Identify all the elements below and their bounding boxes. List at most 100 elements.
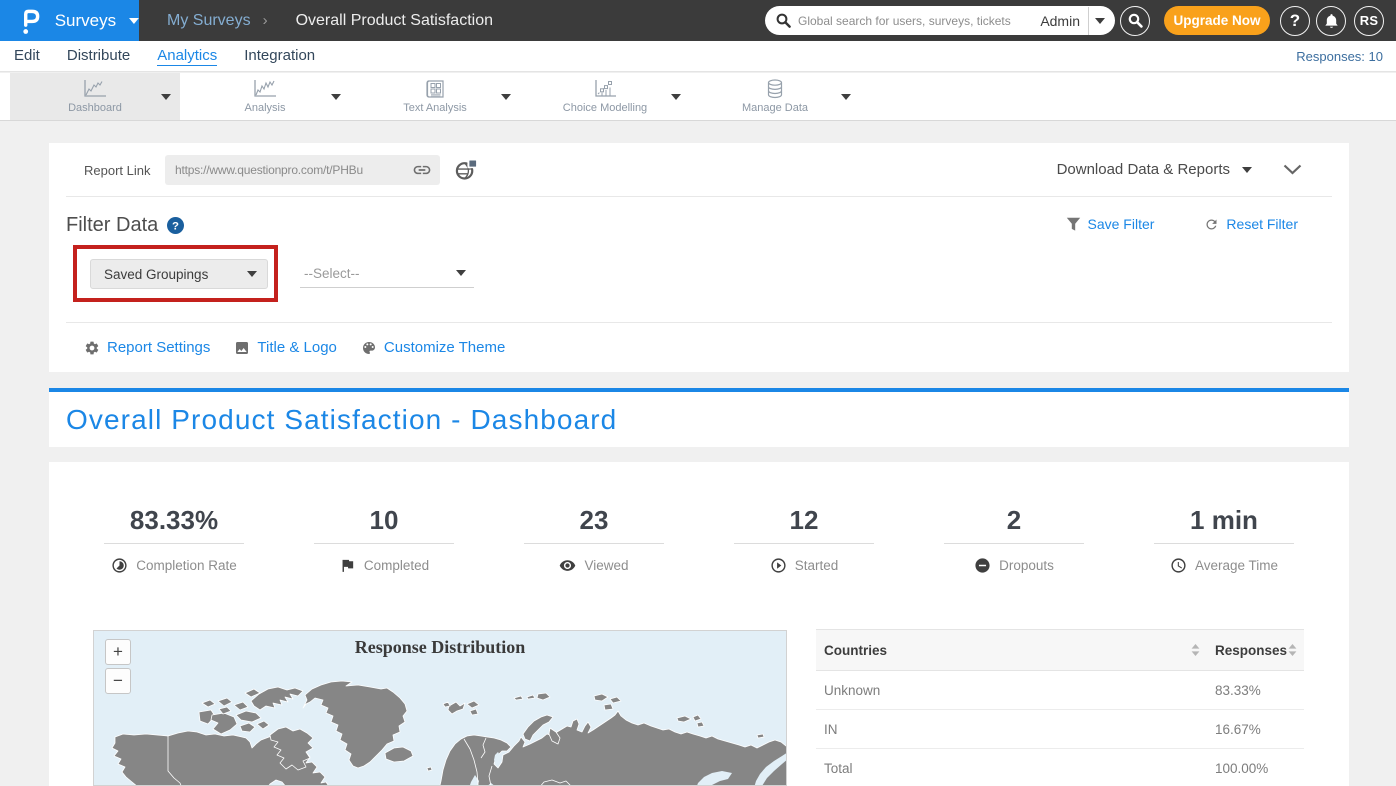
live-report-globe-button[interactable] <box>455 158 478 181</box>
title-logo-link[interactable]: Title & Logo <box>234 339 337 356</box>
breadcrumb-current: Overall Product Satisfaction <box>296 12 493 30</box>
toolbar-item-label: Manage Data <box>742 102 808 114</box>
download-data-reports-label: Download Data & Reports <box>1057 161 1230 178</box>
reset-filter-button[interactable]: Reset Filter <box>1204 216 1298 232</box>
toolbar-item-label: Dashboard <box>68 102 122 114</box>
text-analysis-icon <box>425 79 445 99</box>
stat-label: Dropouts <box>999 558 1054 573</box>
country-cell: IN <box>816 722 1207 737</box>
toolbar-item-dashboard[interactable]: Dashboard <box>10 73 180 120</box>
product-name: Surveys <box>55 11 116 31</box>
stat-value: 12 <box>790 505 819 535</box>
search-scope-caret[interactable] <box>1089 18 1105 24</box>
dashboard-caret-icon[interactable] <box>161 94 171 100</box>
save-filter-button[interactable]: Save Filter <box>1066 216 1155 232</box>
report-settings-row: Report Settings Title & Logo Customize T… <box>84 323 505 372</box>
search-scope-label[interactable]: Admin <box>1034 13 1088 29</box>
filter-help-icon[interactable]: ? <box>167 217 184 234</box>
survey-nav: Edit Distribute Analytics Integration Re… <box>0 41 1396 72</box>
reset-filter-label: Reset Filter <box>1226 216 1298 232</box>
stat-underline <box>1154 543 1294 544</box>
manage-data-caret-icon[interactable] <box>841 94 851 100</box>
download-data-reports[interactable]: Download Data & Reports <box>1057 143 1302 196</box>
toolbar-item-manage-data[interactable]: Manage Data <box>690 73 860 120</box>
dashboard-stats-card: 83.33% Completion Rate 10 Completed <box>49 462 1349 786</box>
zoom-in-button[interactable]: + <box>105 639 131 665</box>
toolbar-item-choice-modelling[interactable]: Choice Modelling <box>520 73 690 120</box>
customize-theme-link[interactable]: Customize Theme <box>361 339 505 356</box>
analysis-caret-icon[interactable] <box>331 94 341 100</box>
stat-label: Completion Rate <box>136 558 237 573</box>
nav-item-distribute[interactable]: Distribute <box>67 47 130 65</box>
questionpro-dashboard-screen: Surveys My Surveys › Overall Product Sat… <box>0 0 1396 786</box>
choice-modelling-caret-icon[interactable] <box>671 94 681 100</box>
response-distribution-map[interactable]: Response Distribution + − <box>93 630 787 786</box>
breadcrumb-parent[interactable]: My Surveys <box>167 12 251 30</box>
column-header-countries[interactable]: Countries <box>816 643 1207 658</box>
report-link-field[interactable]: https://www.questionpro.com/t/PHBu <box>165 155 440 185</box>
collapse-panel-chevron-icon[interactable] <box>1283 164 1302 175</box>
report-settings-link[interactable]: Report Settings <box>84 339 210 356</box>
stat-value: 2 <box>1007 505 1021 535</box>
sort-icon[interactable] <box>1191 644 1200 656</box>
countries-header-label: Countries <box>824 643 887 658</box>
avatar-initials: RS <box>1360 13 1378 28</box>
report-link-url[interactable]: https://www.questionpro.com/t/PHBu <box>175 163 412 177</box>
choice-modelling-icon <box>592 79 618 99</box>
stat-viewed: 23 Viewed <box>489 462 699 574</box>
stat-value: 10 <box>370 505 399 535</box>
stat-label: Viewed <box>584 558 628 573</box>
nav-item-analytics[interactable]: Analytics <box>157 47 217 66</box>
nav-item-integration[interactable]: Integration <box>244 47 315 65</box>
breadcrumb: My Surveys › Overall Product Satisfactio… <box>167 12 493 30</box>
nav-item-edit[interactable]: Edit <box>14 47 40 65</box>
page-body: Report Link https://www.questionpro.com/… <box>0 121 1396 786</box>
report-controls-card: Report Link https://www.questionpro.com/… <box>49 143 1349 372</box>
toolbar-item-label: Choice Modelling <box>563 102 647 114</box>
table-row: Total 100.00% <box>816 749 1304 786</box>
link-icon <box>412 160 432 180</box>
notifications-button[interactable] <box>1316 6 1346 36</box>
download-caret-icon <box>1242 167 1252 173</box>
toolbar-item-label: Analysis <box>245 102 286 114</box>
refresh-icon <box>1204 217 1219 232</box>
stat-value: 1 min <box>1190 505 1258 535</box>
top-bar: Surveys My Surveys › Overall Product Sat… <box>0 0 1396 41</box>
palette-icon <box>361 340 377 356</box>
toolbar-item-text-analysis[interactable]: Text Analysis <box>350 73 520 120</box>
analysis-chart-icon <box>252 79 278 99</box>
stat-started: 12 Started <box>699 462 909 574</box>
table-row: IN 16.67% <box>816 710 1304 749</box>
topbar-right-controls: Admin Upgrade Now ? RS <box>765 6 1384 36</box>
eye-icon <box>559 557 576 574</box>
sort-icon[interactable] <box>1288 644 1297 656</box>
help-button[interactable]: ? <box>1280 6 1310 36</box>
search-icon <box>776 13 791 28</box>
toolbar-item-analysis[interactable]: Analysis <box>180 73 350 120</box>
group-value-caret-icon <box>456 270 466 276</box>
upgrade-now-button[interactable]: Upgrade Now <box>1164 6 1270 35</box>
report-settings-label: Report Settings <box>107 339 210 356</box>
group-value-select[interactable]: --Select-- <box>300 259 474 288</box>
stat-value: 83.33% <box>130 505 218 535</box>
group-value-placeholder: --Select-- <box>304 266 456 281</box>
search-button[interactable] <box>1120 6 1150 36</box>
survey-nav-items: Edit Distribute Analytics Integration <box>14 47 315 66</box>
bell-icon <box>1324 13 1339 29</box>
flag-icon <box>339 557 356 574</box>
stat-underline <box>734 543 874 544</box>
responses-count[interactable]: Responses: 10 <box>1296 49 1383 64</box>
saved-groupings-select[interactable]: Saved Groupings <box>90 259 268 289</box>
svg-text:?: ? <box>172 221 179 233</box>
column-header-responses[interactable]: Responses <box>1207 643 1304 658</box>
zoom-out-button[interactable]: − <box>105 668 131 694</box>
questionpro-logo-icon <box>17 6 43 36</box>
stat-underline <box>104 543 244 544</box>
global-search-input[interactable] <box>798 14 1014 28</box>
avatar[interactable]: RS <box>1354 6 1384 36</box>
country-cell: Unknown <box>816 683 1207 698</box>
product-menu[interactable]: Surveys <box>0 0 139 41</box>
text-analysis-caret-icon[interactable] <box>501 94 511 100</box>
help-icon: ? <box>1290 11 1300 31</box>
stat-underline <box>944 543 1084 544</box>
